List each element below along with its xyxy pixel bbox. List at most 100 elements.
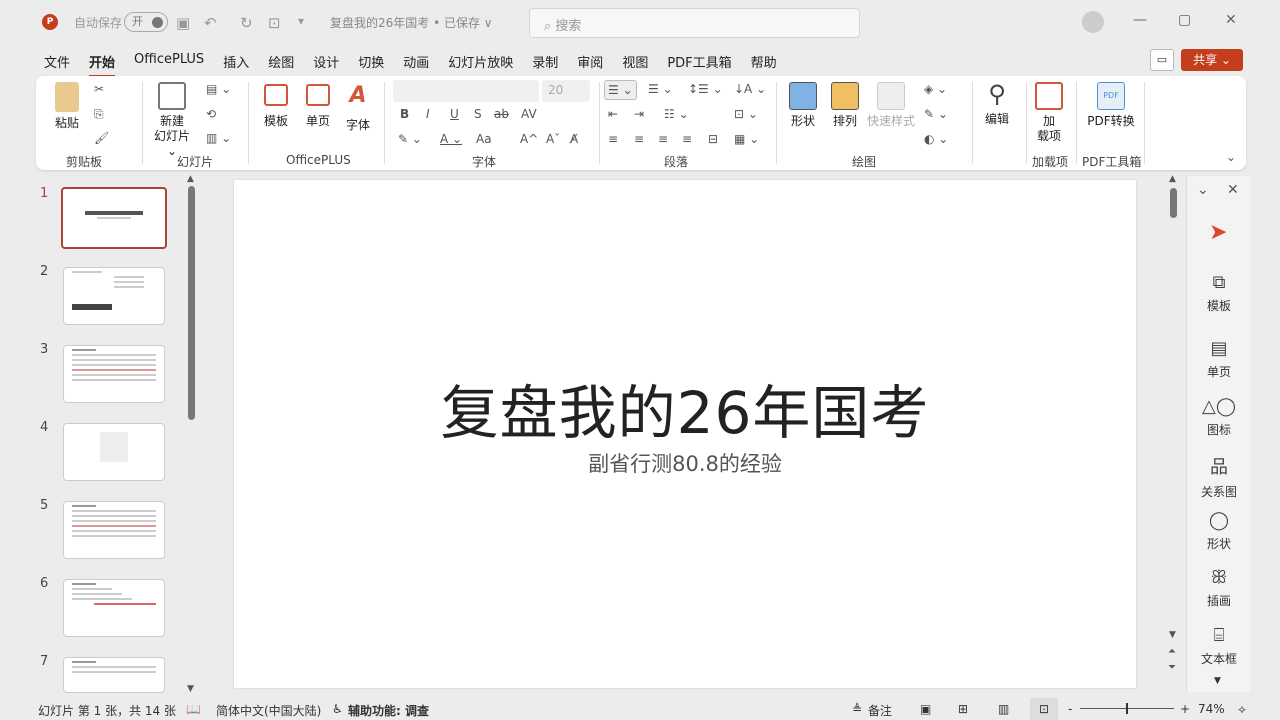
undo-icon[interactable]: ↶ <box>204 14 217 32</box>
new-slide-button[interactable]: 新建 幻灯片 ⌄ <box>150 82 194 159</box>
present-icon[interactable]: ⊡ <box>268 14 281 32</box>
slide-sorter-icon[interactable]: ⊞ <box>958 702 968 716</box>
search-input[interactable]: ⌕ 搜索 <box>529 8 860 38</box>
tab-file[interactable]: 文件 <box>44 52 70 71</box>
document-title[interactable]: 复盘我的26年国考 • 已保存 ∨ <box>330 14 493 31</box>
pane-icons[interactable]: △◯ 图标 <box>1187 396 1251 438</box>
tab-pdf-tools[interactable]: PDF工具箱 <box>667 52 731 71</box>
editing-button[interactable]: ⚲ 编辑 <box>980 80 1014 127</box>
align-center-icon[interactable]: ≡ <box>634 132 644 146</box>
tab-slideshow[interactable]: 幻灯片放映 <box>448 52 513 71</box>
shapes-button[interactable]: 形状 <box>786 82 820 129</box>
addins-button[interactable]: 加载项 <box>1034 82 1064 144</box>
tab-officeplus[interactable]: OfficePLUS <box>134 52 204 71</box>
section-icon[interactable]: ▥ ⌄ <box>206 131 231 145</box>
strikethrough-button[interactable]: ab <box>494 107 509 121</box>
quick-styles-button[interactable]: 快速样式 <box>866 82 916 129</box>
font-name-select[interactable] <box>393 80 539 102</box>
tab-view[interactable]: 视图 <box>622 52 648 71</box>
italic-button[interactable]: I <box>426 107 430 121</box>
panel-scrollbar[interactable] <box>188 186 195 420</box>
tab-design[interactable]: 设计 <box>313 52 339 71</box>
arrange-button[interactable]: 排列 <box>828 82 862 129</box>
slide-thumbnail-4[interactable] <box>63 423 165 481</box>
shrink-font-button[interactable]: Aˇ <box>546 132 560 146</box>
underline-button[interactable]: U <box>450 107 459 121</box>
smartart-icon[interactable]: ▦ ⌄ <box>734 132 759 146</box>
line-spacing-icon[interactable]: ↕☰ ⌄ <box>688 82 723 96</box>
slide-thumbnail-1[interactable] <box>61 187 167 249</box>
slide-thumbnail-2[interactable] <box>63 267 165 325</box>
numbering-icon[interactable]: ☰ ⌄ <box>648 82 673 96</box>
columns-icon[interactable]: ☷ ⌄ <box>664 107 689 121</box>
pane-shapes[interactable]: ◯ 形状 <box>1187 510 1251 552</box>
scroll-up-icon[interactable]: ▲ <box>1169 174 1176 184</box>
align-left-icon[interactable]: ≡ <box>608 132 618 146</box>
pane-collapse-icon[interactable]: ⌄ <box>1197 182 1209 198</box>
minimize-icon[interactable]: — <box>1133 12 1147 28</box>
slide-thumbnail-3[interactable] <box>63 345 165 403</box>
tab-home[interactable]: 开始 <box>89 52 116 77</box>
tab-review[interactable]: 审阅 <box>577 52 603 71</box>
tab-insert[interactable]: 插入 <box>223 52 249 71</box>
scroll-down-icon[interactable]: ▼ <box>187 684 194 694</box>
template-button[interactable]: 模板 <box>260 84 292 129</box>
font-plus-button[interactable]: A 字体 <box>342 84 374 133</box>
next-slide-icon[interactable]: ⏷ <box>1168 662 1176 673</box>
tab-help[interactable]: 帮助 <box>751 52 777 71</box>
maximize-icon[interactable]: ▢ <box>1178 12 1191 28</box>
zoom-level[interactable]: 74% <box>1198 702 1225 716</box>
zoom-in-button[interactable]: + <box>1180 702 1190 716</box>
layout-icon[interactable]: ▤ ⌄ <box>206 82 231 96</box>
grow-font-button[interactable]: A^ <box>520 132 538 146</box>
slide-thumbnail-6[interactable] <box>63 579 165 637</box>
copy-icon[interactable]: ⎘ <box>94 107 104 122</box>
slide-subtitle[interactable]: 副省行测80.8的经验 <box>234 448 1136 478</box>
single-page-button[interactable]: 单页 <box>302 84 334 129</box>
fit-slide-icon[interactable]: ⟡ <box>1238 702 1246 717</box>
clear-format-icon[interactable]: A̸ <box>570 132 578 146</box>
scroll-down-icon[interactable]: ▼ <box>1169 630 1176 640</box>
slide-thumbnail-5[interactable] <box>63 501 165 559</box>
autosave-toggle[interactable]: 开 <box>124 12 168 32</box>
shadow-button[interactable]: S <box>474 107 482 121</box>
pane-diagram[interactable]: 品关系图 <box>1187 453 1251 500</box>
pdf-convert-button[interactable]: PDF PDF转换 <box>1082 82 1140 129</box>
tab-record[interactable]: 录制 <box>532 52 558 71</box>
language-status[interactable]: 简体中文(中国大陆) <box>216 702 321 719</box>
pane-template[interactable]: ⧉ 模板 <box>1187 272 1251 314</box>
slide-thumbnail-7[interactable] <box>63 657 165 693</box>
customize-icon[interactable]: ▾ <box>298 14 304 28</box>
tab-draw[interactable]: 绘图 <box>268 52 294 71</box>
slide-canvas[interactable]: 复盘我的26年国考 副省行测80.8的经验 <box>234 180 1136 688</box>
spellcheck-icon[interactable]: 📖 <box>186 702 201 716</box>
slideshow-icon[interactable]: ⊡ <box>1030 698 1058 720</box>
align-right-icon[interactable]: ≡ <box>658 132 668 146</box>
char-spacing-button[interactable]: AV <box>521 107 537 121</box>
comments-button[interactable]: ▭ <box>1150 49 1174 71</box>
pane-textbox[interactable]: ⌸ 文本框 <box>1187 625 1251 667</box>
accessibility-status[interactable]: 辅助功能: 调查 <box>348 702 429 719</box>
distribute-icon[interactable]: ⊟ <box>708 132 718 146</box>
align-text-icon[interactable]: ⊡ ⌄ <box>734 107 758 121</box>
shape-outline-icon[interactable]: ✎ ⌄ <box>924 107 948 121</box>
shape-fill-icon[interactable]: ◈ ⌄ <box>924 82 947 96</box>
pane-illustration[interactable]: ꕥ 插画 <box>1187 567 1251 609</box>
pane-single-page[interactable]: ▤ 单页 <box>1187 338 1251 380</box>
redo-icon[interactable]: ↻ <box>240 14 253 32</box>
font-size-select[interactable]: 20 <box>542 80 590 102</box>
save-icon[interactable]: ▣ <box>176 14 190 32</box>
justify-icon[interactable]: ≡ <box>682 132 692 146</box>
previous-slide-icon[interactable]: ⏶ <box>1168 646 1176 657</box>
reset-icon[interactable]: ⟲ <box>206 107 216 121</box>
pane-close-icon[interactable]: ✕ <box>1227 182 1239 198</box>
pane-more-icon[interactable]: ▼ <box>1214 676 1221 686</box>
notes-button[interactable]: 备注 <box>868 702 892 719</box>
avatar[interactable] <box>1082 11 1104 33</box>
zoom-slider-thumb[interactable] <box>1126 703 1128 714</box>
shape-effects-icon[interactable]: ◐ ⌄ <box>924 132 948 146</box>
text-direction-icon[interactable]: ↓A ⌄ <box>734 82 766 96</box>
increase-indent-icon[interactable]: ⇥ <box>634 107 644 121</box>
paste-button[interactable]: 粘贴 <box>50 82 84 131</box>
notes-icon[interactable]: ≜ <box>852 702 862 716</box>
